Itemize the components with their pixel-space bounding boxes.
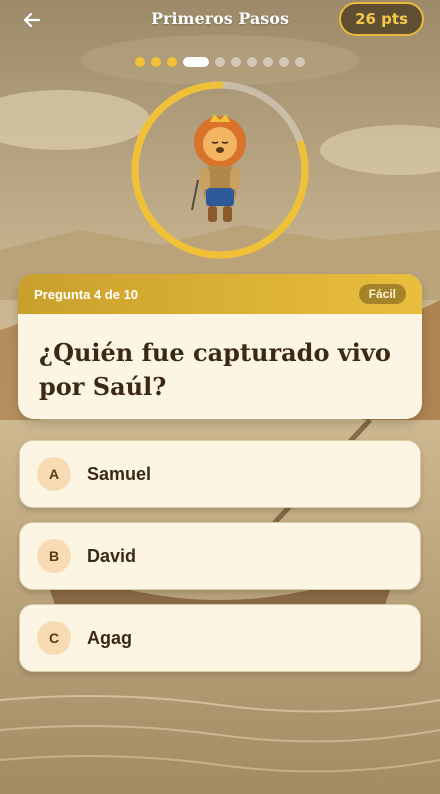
- question-card-header: Pregunta 4 de 10 Fácil: [18, 274, 422, 314]
- option-label: David: [87, 545, 137, 566]
- progress-dot: [151, 57, 161, 67]
- option-label: Agag: [87, 627, 132, 648]
- option-label: Samuel: [87, 463, 152, 484]
- question-counter: Pregunta 4 de 10: [34, 286, 139, 302]
- answer-option-b[interactable]: B David: [19, 522, 421, 590]
- question-progress-dots: [0, 57, 440, 67]
- option-letter-badge: B: [37, 539, 71, 573]
- points-badge: 26 pts: [339, 2, 424, 36]
- difficulty-badge: Fácil: [358, 284, 406, 304]
- progress-dot: [247, 57, 257, 67]
- progress-dot: [231, 57, 241, 67]
- option-letter-badge: C: [37, 621, 71, 655]
- progress-dot: [167, 57, 177, 67]
- progress-dot: [263, 57, 273, 67]
- progress-dot: [279, 57, 289, 67]
- progress-dot: [215, 57, 225, 67]
- question-text: ¿Quién fue capturado vivo por Saúl?: [39, 338, 391, 401]
- answer-option-c[interactable]: C Agag: [19, 604, 421, 672]
- option-letter-badge: A: [37, 457, 71, 491]
- progress-dot: [183, 57, 209, 67]
- progress-dot: [295, 57, 305, 67]
- top-bar: Primeros Pasos 26 pts: [0, 0, 440, 40]
- lion-mascot-illustration: [191, 114, 246, 222]
- progress-dot: [135, 57, 145, 67]
- question-card: Pregunta 4 de 10 Fácil ¿Quién fue captur…: [18, 274, 422, 419]
- answer-option-a[interactable]: A Samuel: [19, 440, 421, 508]
